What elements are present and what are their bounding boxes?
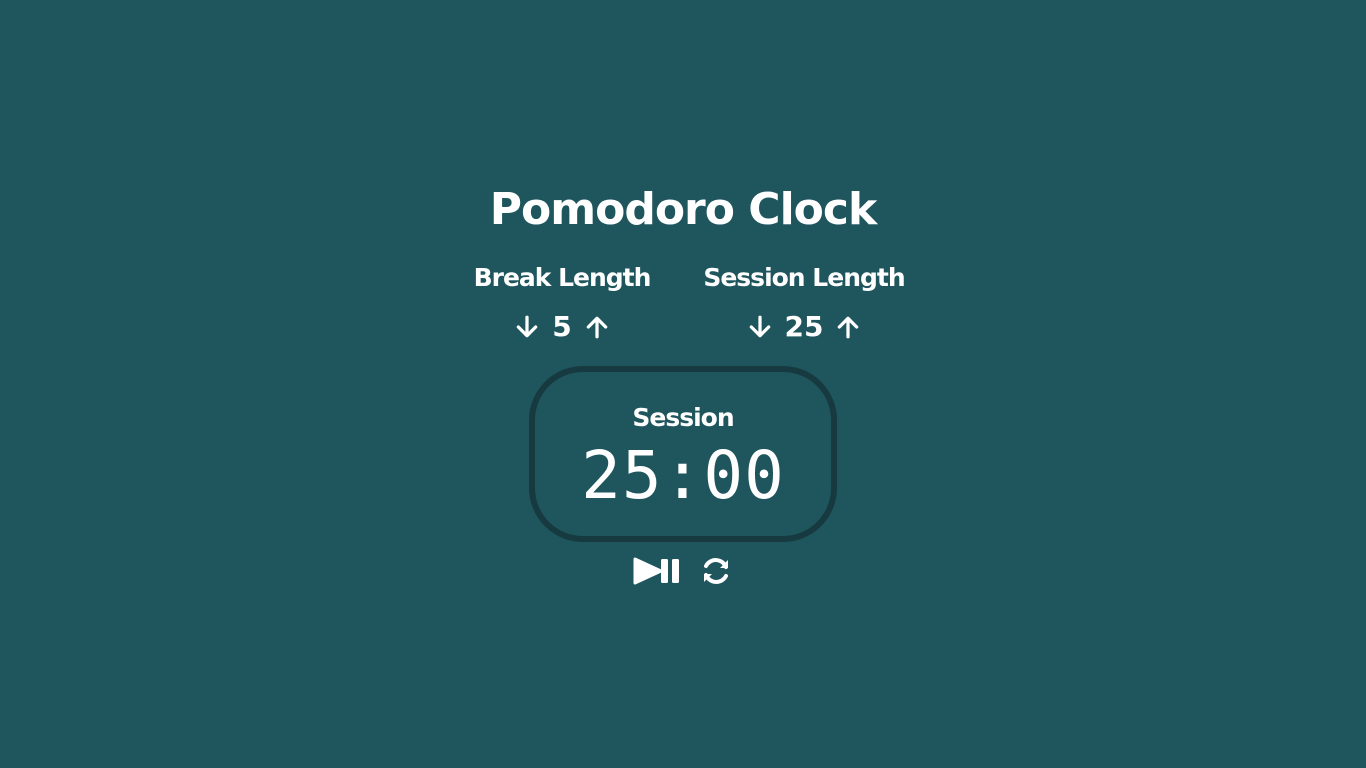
session-increment-button[interactable] [833,312,863,342]
break-length-controls: 5 [462,310,662,344]
break-increment-button[interactable] [582,312,612,342]
arrow-up-icon [838,316,859,339]
arrow-up-icon [586,316,608,339]
session-decrement-button[interactable] [745,312,775,342]
timer-panel: Session 25:00 [529,366,837,542]
start-stop-button[interactable] [633,556,685,586]
arrow-down-icon [516,315,538,338]
arrow-down-icon [749,315,770,338]
timer-label: Session [632,403,734,432]
break-length-section: Break Length 5 [462,262,662,344]
break-length-value: 5 [552,310,572,343]
session-length-value: 25 [784,310,824,343]
play-pause-icon [633,557,679,585]
session-length-section: Session Length 25 [694,262,914,344]
refresh-icon [704,558,728,584]
timer-controls [0,554,1366,588]
pomodoro-app: Pomodoro Clock Break Length 5 Session Le… [0,0,1366,768]
reset-button[interactable] [699,554,733,588]
time-left-display: 25:00 [581,437,785,514]
break-length-label: Break Length [473,263,652,292]
break-decrement-button[interactable] [512,312,542,342]
session-length-label: Session Length [703,263,905,292]
session-length-controls: 25 [694,310,914,344]
page-title: Pomodoro Clock [489,184,877,235]
